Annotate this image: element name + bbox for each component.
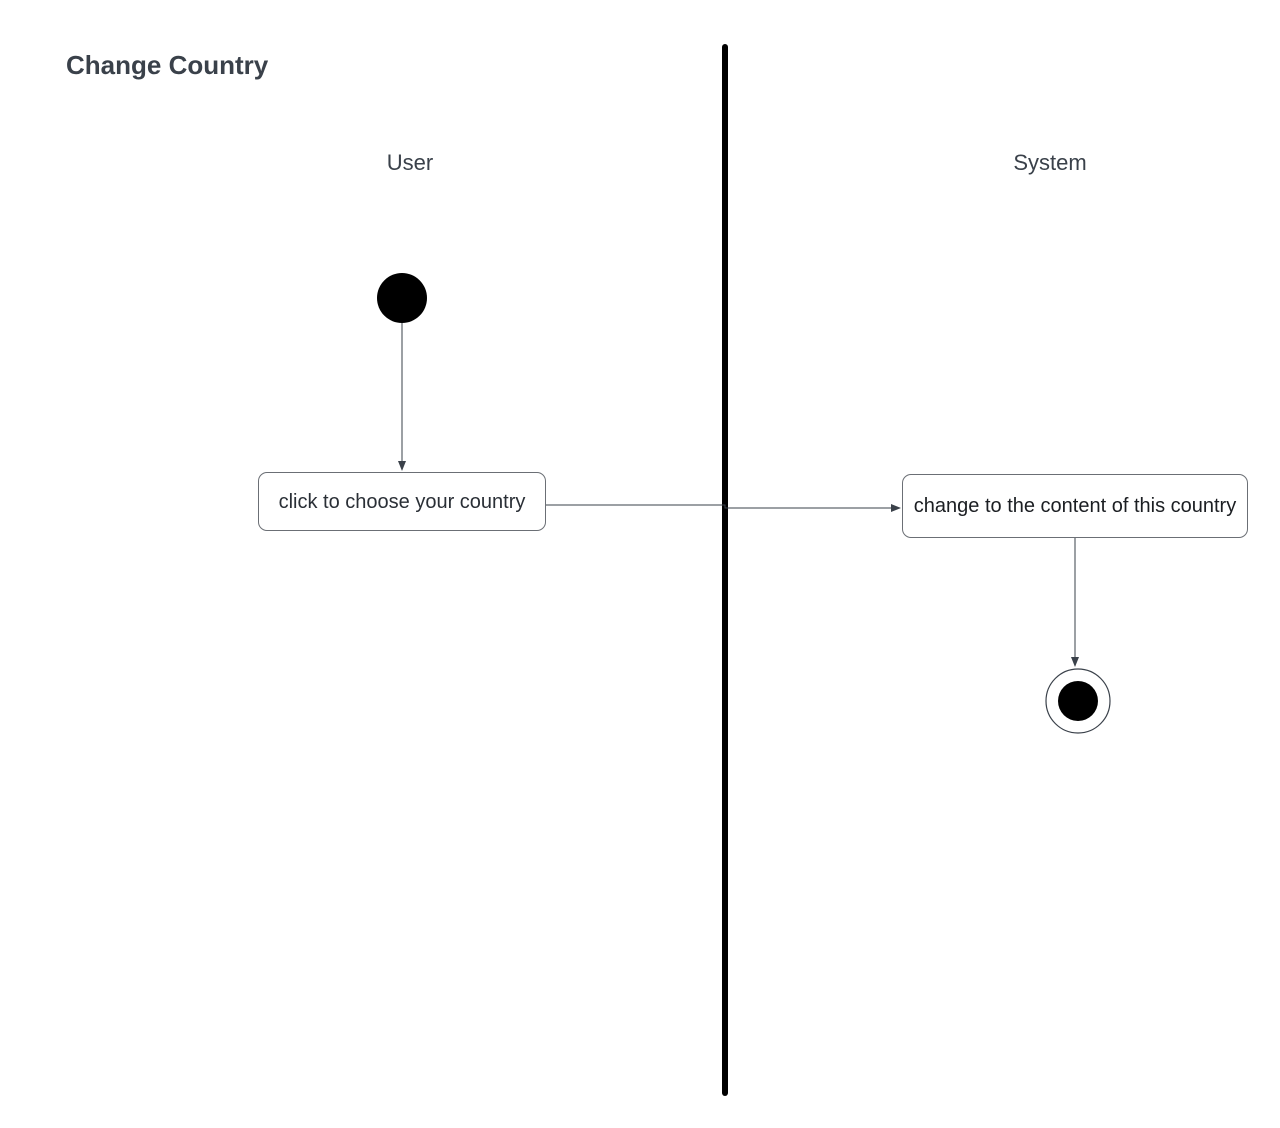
initial-node [377,273,427,323]
activity-diagram-canvas [377,44,1111,1096]
action-change-content: change to the content of this country [902,474,1248,538]
final-node [1058,681,1098,721]
action-choose-country: click to choose your country [258,472,546,531]
